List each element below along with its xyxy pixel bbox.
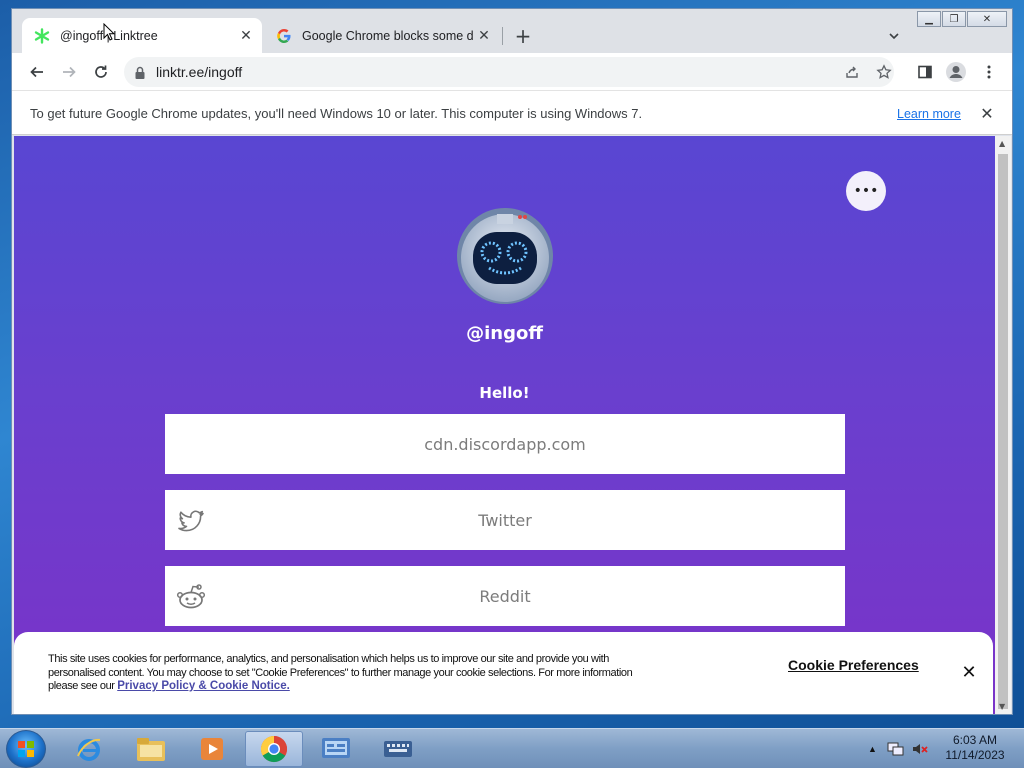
close-window-button[interactable]: ✕ <box>967 11 1007 27</box>
privacy-policy-link[interactable]: Privacy Policy & Cookie Notice. <box>117 680 290 692</box>
update-infobar: To get future Google Chrome updates, you… <box>12 90 1012 135</box>
cookie-banner: This site uses cookies for performance, … <box>14 632 993 714</box>
link-button-twitter[interactable]: Twitter <box>165 490 845 550</box>
new-tab-button[interactable]: + <box>512 25 534 47</box>
volume-muted-icon[interactable] <box>911 740 929 758</box>
share-icon[interactable] <box>843 63 861 81</box>
google-favicon-icon <box>276 28 292 44</box>
back-button[interactable] <box>24 59 50 85</box>
link-label: Reddit <box>479 586 531 606</box>
tab-separator <box>502 27 503 45</box>
reload-button[interactable] <box>88 59 114 85</box>
back-arrow-icon <box>30 66 43 78</box>
close-infobar-icon[interactable]: ✕ <box>977 103 997 123</box>
scroll-down-icon[interactable]: ▼ <box>999 702 1005 711</box>
cookie-preferences-button[interactable]: Cookie Preferences <box>788 657 919 673</box>
profile-avatar <box>457 208 553 304</box>
tab-strip: @ingoff | Linktree ✕ Google Chrome block… <box>12 9 1012 53</box>
minimize-button[interactable]: ▁ <box>917 11 941 27</box>
taskbar-internet-explorer[interactable] <box>60 731 118 767</box>
learn-more-link[interactable]: Learn more <box>897 107 961 121</box>
tab-title: @ingoff | Linktree <box>60 28 158 43</box>
address-bar[interactable]: linktr.ee/ingoff <box>124 57 894 87</box>
control-panel-icon <box>322 738 350 758</box>
profile-avatar-icon <box>946 62 966 82</box>
lock-icon[interactable] <box>134 65 148 79</box>
url-text[interactable]: linktr.ee/ingoff <box>156 64 242 80</box>
more-options-button[interactable]: ••• <box>846 171 886 211</box>
twitter-icon <box>175 505 207 537</box>
infobar-message: To get future Google Chrome updates, you… <box>30 106 643 121</box>
chrome-icon <box>260 735 288 763</box>
cookie-banner-text: This site uses cookies for performance, … <box>48 653 648 694</box>
close-tab-icon[interactable]: ✕ <box>474 26 494 46</box>
clock-date: 11/14/2023 <box>945 748 1005 762</box>
taskbar-control-panel[interactable] <box>307 731 365 767</box>
reddit-icon <box>175 581 207 613</box>
tab-title: Google Chrome blocks some do <box>302 28 474 43</box>
linktree-favicon-icon <box>34 27 50 44</box>
keyboard-icon <box>384 741 412 757</box>
page-scrollbar[interactable]: ▲ ▼ <box>995 136 1011 714</box>
folder-icon <box>137 738 165 761</box>
close-tab-icon[interactable]: ✕ <box>236 26 256 46</box>
taskbar-file-explorer[interactable] <box>122 731 180 767</box>
start-button[interactable] <box>6 730 46 768</box>
system-clock[interactable]: 6:03 AM 11/14/2023 <box>935 733 1015 763</box>
scroll-up-icon[interactable]: ▲ <box>999 139 1005 148</box>
link-label: Twitter <box>478 510 532 530</box>
taskbar-on-screen-keyboard[interactable] <box>369 731 427 767</box>
tab-linktree[interactable]: @ingoff | Linktree ✕ <box>22 18 262 53</box>
network-icon[interactable] <box>887 740 905 758</box>
maximize-button[interactable]: ❐ <box>942 11 966 27</box>
close-cookie-banner-icon[interactable]: ✕ <box>959 662 979 683</box>
profile-button[interactable] <box>943 59 969 85</box>
taskbar: ▲ 6:03 AM 11/14/2023 <box>0 728 1024 768</box>
clock-time: 6:03 AM <box>952 733 998 747</box>
profile-bio: Hello! <box>479 384 530 402</box>
media-player-icon <box>201 738 223 760</box>
forward-button[interactable] <box>56 59 82 85</box>
chrome-window: @ingoff | Linktree ✕ Google Chrome block… <box>11 8 1013 715</box>
profile-handle: @ingoff <box>466 323 543 344</box>
system-tray: ▲ <box>868 729 929 768</box>
ellipsis-icon: ••• <box>853 183 879 199</box>
chrome-menu-button[interactable] <box>976 59 1002 85</box>
side-panel-icon <box>918 65 932 79</box>
taskbar-google-chrome[interactable] <box>245 731 303 767</box>
mouse-cursor-icon <box>103 23 115 41</box>
kebab-menu-icon <box>987 65 991 79</box>
link-button-reddit[interactable]: Reddit <box>165 566 845 626</box>
forward-arrow-icon <box>63 66 76 78</box>
taskbar-media-player[interactable] <box>183 731 241 767</box>
tab-google-article[interactable]: Google Chrome blocks some do ✕ <box>264 18 500 53</box>
internet-explorer-icon <box>77 738 101 761</box>
bookmark-star-icon[interactable] <box>875 63 893 81</box>
show-hidden-icons-icon[interactable]: ▲ <box>868 744 877 754</box>
side-panel-button[interactable] <box>912 59 938 85</box>
link-label: cdn.discordapp.com <box>424 434 586 454</box>
windows-logo-icon <box>18 741 34 757</box>
browser-toolbar: linktr.ee/ingoff <box>12 53 1012 90</box>
reload-icon <box>95 65 107 78</box>
scrollbar-thumb[interactable] <box>998 154 1008 709</box>
link-button-discord[interactable]: cdn.discordapp.com <box>165 414 845 474</box>
linktree-page: ••• @ingoff Hello! cdn.discordapp.com Tw… <box>14 136 995 714</box>
tab-search-chevron-icon[interactable] <box>885 27 903 45</box>
